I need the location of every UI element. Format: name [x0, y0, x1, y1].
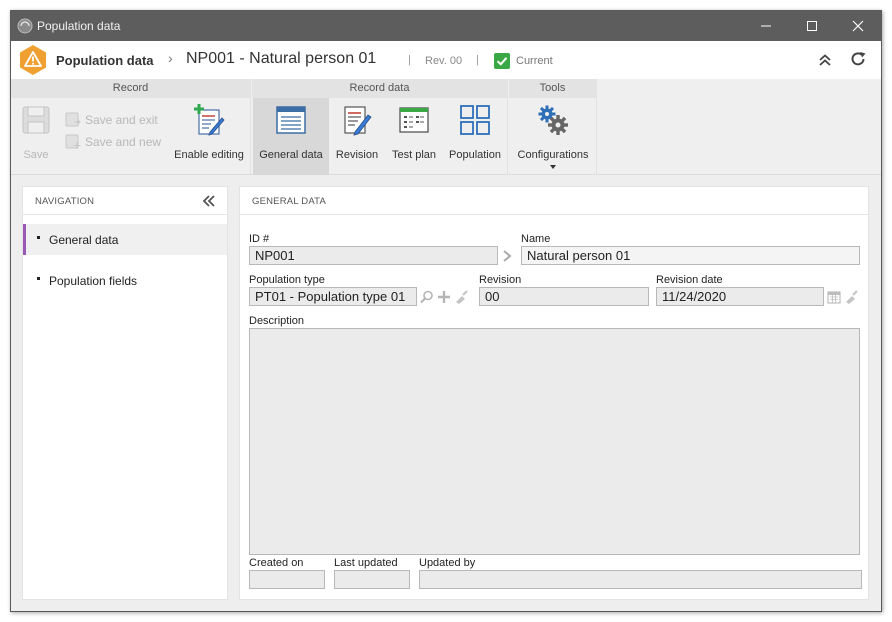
ribbon-group-record: Record Save Save and exit Save and new E…: [11, 79, 251, 175]
dropdown-arrow-icon: [550, 165, 556, 169]
close-button[interactable]: [835, 11, 881, 41]
last-updated-field: [334, 570, 410, 589]
enable-editing-label: Enable editing: [174, 149, 244, 161]
created-on-label: Created on: [249, 557, 304, 569]
save-and-new-icon: [65, 134, 81, 149]
navigation-header: NAVIGATION: [23, 187, 227, 215]
population-icon: [460, 105, 490, 135]
population-data-window: Population data Population data › NP001 …: [10, 10, 882, 612]
minimize-button[interactable]: [743, 11, 789, 41]
breadcrumb-separator: ›: [168, 50, 173, 66]
record-title: NP001 - Natural person 01: [186, 50, 377, 67]
status-check-icon: [494, 53, 510, 69]
updated-by-field: [419, 570, 862, 589]
id-field[interactable]: NP001: [249, 246, 498, 265]
revision-date-label: Revision date: [656, 274, 723, 286]
panel-header: GENERAL DATA: [240, 187, 868, 215]
clear-date-icon[interactable]: [843, 289, 859, 305]
test-plan-icon: [399, 107, 429, 133]
add-icon[interactable]: [436, 289, 452, 305]
collapse-header-icon[interactable]: [817, 52, 833, 68]
ribbon-group-record-data: Record data General data Revision Test p…: [252, 79, 508, 175]
close-icon: [852, 20, 864, 32]
name-label: Name: [521, 233, 551, 245]
test-plan-label: Test plan: [391, 149, 437, 161]
ribbon-group-tools: Tools Configurations: [509, 79, 597, 175]
app-icon: [17, 18, 33, 34]
general-data-panel: GENERAL DATA ID # NP001 Name Natural per…: [239, 186, 869, 600]
population-label: Population: [449, 149, 501, 161]
header-divider: |: [476, 54, 479, 66]
header-divider: |: [408, 54, 411, 66]
panel-title: GENERAL DATA: [252, 196, 327, 207]
general-data-button[interactable]: General data: [253, 98, 329, 175]
general-data-icon: [276, 106, 306, 134]
save-label: Save: [23, 149, 49, 161]
nav-item-label: General data: [49, 233, 119, 247]
nav-item-general-data[interactable]: General data: [23, 224, 227, 255]
search-icon[interactable]: [419, 289, 435, 305]
created-on-field: [249, 570, 325, 589]
navigation-title: NAVIGATION: [35, 196, 95, 207]
description-textarea[interactable]: [249, 328, 860, 555]
warning-icon: [20, 45, 46, 75]
population-type-field[interactable]: PT01 - Population type 01: [249, 287, 417, 306]
enable-editing-icon: [194, 104, 225, 136]
record-header: Population data › NP001 - Natural person…: [11, 41, 881, 79]
ribbon-group-title: Tools: [509, 79, 596, 98]
general-data-label: General data: [259, 149, 323, 161]
revision-date-field[interactable]: 11/24/2020: [656, 287, 824, 306]
collapse-panel-icon[interactable]: [201, 194, 217, 208]
revision-label: Rev. 00: [425, 55, 463, 67]
refresh-icon[interactable]: [849, 50, 867, 68]
name-field[interactable]: Natural person 01: [521, 246, 860, 265]
maximize-button[interactable]: [789, 11, 835, 41]
revision-button[interactable]: Revision: [332, 98, 382, 175]
window-title: Population data: [37, 19, 121, 33]
minimize-icon: [761, 25, 771, 27]
calendar-icon[interactable]: [826, 289, 842, 305]
save-and-exit-icon: [65, 112, 81, 127]
bullet-icon: [37, 236, 40, 239]
configurations-label: Configurations: [517, 149, 589, 161]
maximize-icon: [807, 21, 817, 31]
save-and-exit-label: Save and exit: [85, 113, 158, 127]
population-button[interactable]: Population: [446, 98, 504, 175]
enable-editing-button[interactable]: Enable editing: [173, 98, 245, 175]
revision-field-label: Revision: [479, 274, 522, 286]
ribbon-toolbar: Record Save Save and exit Save and new E…: [11, 79, 881, 175]
revision-icon: [344, 106, 372, 136]
header-title: Population data: [56, 53, 154, 68]
updated-by-label: Updated by: [419, 557, 476, 569]
nav-item-population-fields[interactable]: Population fields: [23, 265, 227, 296]
clear-icon[interactable]: [453, 289, 469, 305]
configurations-button[interactable]: Configurations: [511, 98, 595, 175]
last-updated-label: Last updated: [334, 557, 398, 569]
title-bar: Population data: [11, 11, 881, 41]
revision-label: Revision: [335, 149, 379, 161]
gears-icon: [538, 105, 568, 135]
id-label: ID #: [249, 233, 270, 245]
navigation-panel: NAVIGATION General data Population field…: [22, 186, 228, 600]
save-button[interactable]: Save: [11, 98, 61, 175]
description-label: Description: [249, 315, 305, 327]
population-type-label: Population type: [249, 274, 325, 286]
save-icon: [22, 106, 50, 134]
revision-field[interactable]: 00: [479, 287, 649, 306]
ribbon-group-title: Record: [11, 79, 250, 98]
test-plan-button[interactable]: Test plan: [386, 98, 442, 175]
nav-item-label: Population fields: [49, 274, 138, 288]
chevron-right-icon[interactable]: [499, 248, 515, 264]
ribbon-group-title: Record data: [252, 79, 507, 98]
save-and-new-label: Save and new: [85, 135, 162, 149]
bullet-icon: [37, 277, 40, 280]
status-badge: Current: [516, 55, 553, 67]
